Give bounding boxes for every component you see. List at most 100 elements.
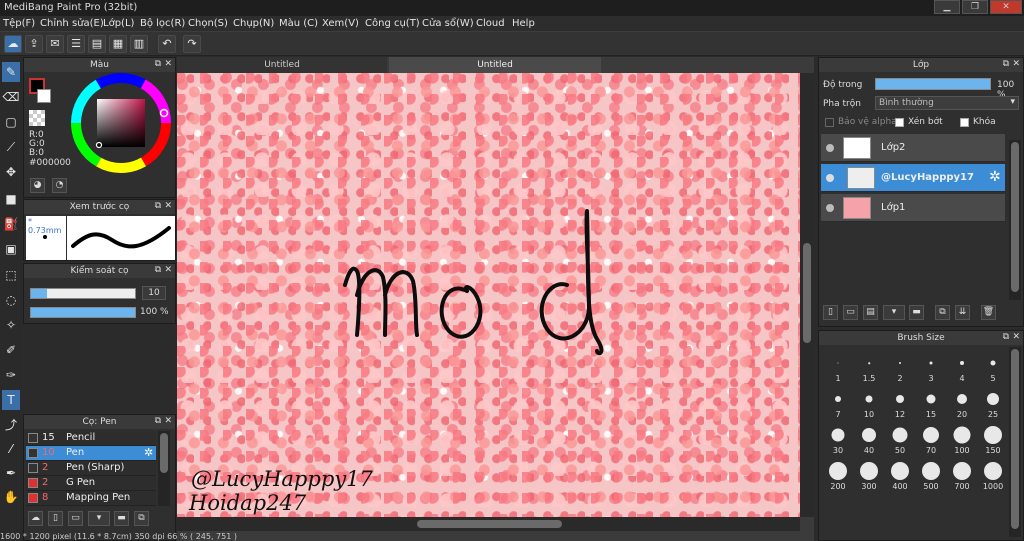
minimize-button[interactable]: ▁ xyxy=(934,0,960,14)
brush-list-scrollbar[interactable] xyxy=(158,431,170,506)
cloud-brush-icon[interactable]: ☁ xyxy=(28,511,43,526)
brush-size-cell[interactable]: 50 xyxy=(885,423,915,455)
tab-untitled-2[interactable]: Untitled xyxy=(389,57,601,73)
menu-window[interactable]: Cửa sổ(W) xyxy=(422,18,474,29)
eyedropper-icon[interactable]: ✒ xyxy=(2,463,20,483)
protect-alpha-checkbox[interactable] xyxy=(825,118,834,127)
layer-scrollbar[interactable] xyxy=(1009,140,1021,300)
select-eraser-icon[interactable]: ✑ xyxy=(2,365,20,385)
scrollbar-thumb[interactable] xyxy=(803,243,811,343)
close-icon[interactable]: ✕ xyxy=(164,201,172,211)
add-brush-icon[interactable]: ▾ xyxy=(88,511,110,526)
popout-icon[interactable]: ⧉ xyxy=(155,201,161,211)
menu-help[interactable]: Help xyxy=(512,18,535,29)
brush-size-cell[interactable]: 15 xyxy=(916,387,946,419)
brush-size-cell[interactable]: 30 xyxy=(823,423,853,455)
new-brush-icon[interactable]: ▯ xyxy=(48,511,63,526)
eraser-tool-icon[interactable]: ⌫ xyxy=(2,87,20,107)
close-button[interactable]: ✕ xyxy=(990,0,1022,14)
popout-icon[interactable]: ⧉ xyxy=(155,265,161,275)
menu-filter[interactable]: Bộ lọc(R) xyxy=(140,18,185,29)
document-icon[interactable]: ▤ xyxy=(88,35,106,53)
menu-tools[interactable]: Công cụ(T) xyxy=(365,18,420,29)
grid-icon[interactable]: ▦ xyxy=(109,35,127,53)
gear-icon[interactable]: ✲ xyxy=(989,169,1001,185)
scrollbar-thumb[interactable] xyxy=(160,433,168,473)
brush-size-slider[interactable] xyxy=(30,288,136,299)
brush-size-cell[interactable]: 300 xyxy=(854,459,884,491)
hand-tool-icon[interactable]: ✋ xyxy=(2,487,20,507)
brush-opacity-slider[interactable] xyxy=(30,307,136,318)
brush-item[interactable]: 2 Pen (Sharp) xyxy=(26,461,156,476)
move-tool-icon[interactable]: ✥ xyxy=(2,162,20,182)
duplicate-icon[interactable]: ⧉ xyxy=(134,511,149,526)
popout-icon[interactable]: ⧉ xyxy=(155,416,161,426)
bucket-tool-icon[interactable]: ⛽ xyxy=(2,214,20,234)
brush-item[interactable]: 15 Pencil xyxy=(26,431,156,446)
close-icon[interactable]: ✕ xyxy=(1012,332,1020,342)
magic-wand-icon[interactable]: ✧ xyxy=(2,315,20,335)
folder-icon[interactable]: ▬ xyxy=(114,511,129,526)
transparent-swatch[interactable] xyxy=(29,110,45,126)
dot-tool-icon[interactable]: ▢ xyxy=(2,112,20,132)
menu-layer[interactable]: Lớp(L) xyxy=(103,18,134,29)
menu-color[interactable]: Màu (C) xyxy=(279,18,318,29)
chat-icon[interactable]: ☰ xyxy=(67,35,85,53)
visibility-eye-icon[interactable] xyxy=(826,144,834,152)
brush-size-cell[interactable]: 500 xyxy=(916,459,946,491)
brush-size-cell[interactable]: 70 xyxy=(916,423,946,455)
text-tool-icon[interactable]: T xyxy=(2,390,20,410)
divide-tool-icon[interactable]: ⁄ xyxy=(2,439,20,459)
brush-size-cell[interactable]: 200 xyxy=(823,459,853,491)
copy-brush-icon[interactable]: ▭ xyxy=(68,511,83,526)
popout-icon[interactable]: ⧉ xyxy=(1003,332,1009,342)
layer-opacity-slider[interactable] xyxy=(875,78,991,90)
brush-size-cell[interactable]: 1 xyxy=(823,351,853,383)
secondary-color-swatch[interactable] xyxy=(37,89,51,103)
duplicate-layer-icon[interactable]: ⧉ xyxy=(935,305,950,320)
brush-item[interactable]: 8 Mapping Pen xyxy=(26,491,156,506)
undo-icon[interactable]: ↶ xyxy=(158,35,176,53)
merge-layer-icon[interactable]: ⇊ xyxy=(955,305,970,320)
layer-row[interactable]: Lớp1 xyxy=(821,194,1005,222)
select-rect-icon[interactable]: ⬚ xyxy=(2,265,20,285)
gear-icon[interactable]: ✲ xyxy=(144,446,153,459)
brush-size-cell[interactable]: 20 xyxy=(947,387,977,419)
shape-fill-icon[interactable]: ■ xyxy=(2,189,20,209)
add-layer-menu-icon[interactable]: ▾ xyxy=(883,305,905,320)
color-wheel[interactable] xyxy=(71,73,171,173)
brush-size-cell[interactable]: 3 xyxy=(916,351,946,383)
palette-icon[interactable]: ◕ xyxy=(30,178,45,193)
brush-size-cell[interactable]: 10 xyxy=(854,387,884,419)
scrollbar-thumb[interactable] xyxy=(1011,142,1019,292)
menu-file[interactable]: Tệp(F) xyxy=(3,18,35,29)
blend-mode-select[interactable]: Bình thường ▾ xyxy=(875,96,1019,110)
brush-size-cell[interactable]: 5 xyxy=(978,351,1008,383)
cloud-icon[interactable]: ☁ xyxy=(4,35,22,53)
menu-edit[interactable]: Chỉnh sửa(E) xyxy=(40,18,104,29)
panel-icon[interactable]: ▥ xyxy=(130,35,148,53)
brush-size-scrollbar[interactable] xyxy=(1009,347,1021,537)
close-icon[interactable]: ✕ xyxy=(1012,59,1020,69)
brush-size-cell[interactable]: 150 xyxy=(978,423,1008,455)
close-icon[interactable]: ✕ xyxy=(164,265,172,275)
lock-checkbox[interactable] xyxy=(960,118,969,127)
trash-icon[interactable]: 🗑 xyxy=(981,305,996,320)
brush-size-cell[interactable]: 12 xyxy=(885,387,915,419)
brush-size-cell[interactable]: 700 xyxy=(947,459,977,491)
new-layer-1bit-icon[interactable]: ▤ xyxy=(863,305,878,320)
menu-select[interactable]: Chọn(S) xyxy=(188,18,228,29)
brush-size-value[interactable]: 10 xyxy=(142,286,166,300)
popout-icon[interactable]: ⧉ xyxy=(1003,59,1009,69)
brush-size-cell[interactable]: 2 xyxy=(885,351,915,383)
comment-icon[interactable]: ✉ xyxy=(46,35,64,53)
operation-tool-icon[interactable]: ⤴ xyxy=(2,415,20,435)
close-icon[interactable]: ✕ xyxy=(164,59,172,69)
menu-cloud[interactable]: Cloud xyxy=(476,18,505,29)
scrollbar-thumb[interactable] xyxy=(1011,349,1019,529)
layer-row-selected[interactable]: @LucyHapppy17 ✲ xyxy=(821,164,1005,192)
canvas-horizontal-scrollbar[interactable] xyxy=(177,517,800,531)
gradient-tool-icon[interactable]: ▣ xyxy=(2,239,20,259)
menu-capture[interactable]: Chụp(N) xyxy=(233,18,274,29)
redo-icon[interactable]: ↷ xyxy=(183,35,201,53)
